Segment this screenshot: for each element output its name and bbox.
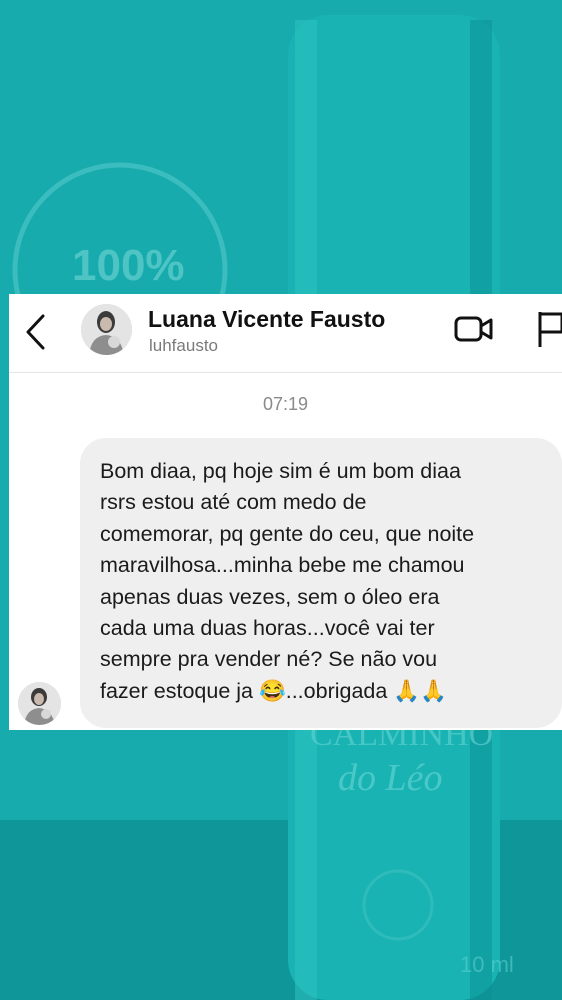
badge-text: 100% bbox=[72, 241, 185, 290]
message-line: rsrs estou até com medo de bbox=[100, 490, 367, 515]
flag-icon[interactable] bbox=[536, 310, 562, 348]
message-line: comemorar, pq gente do ceu, que noite bbox=[100, 521, 475, 546]
message-line: Bom diaa, pq hoje sim é um bom diaa bbox=[100, 459, 461, 483]
chat-header: Luana Vicente Fausto luhfausto bbox=[9, 294, 562, 373]
message-timestamp: 07:19 bbox=[262, 394, 309, 414]
message-line: cada uma duas horas...você vai ter bbox=[100, 616, 435, 641]
message-line: sempre pra vender né? Se não vou bbox=[100, 647, 438, 672]
video-camera-icon[interactable] bbox=[454, 314, 494, 344]
chat-screenshot: Luana Vicente Fausto luhfausto 07:19 Bom… bbox=[9, 294, 562, 730]
message-line: maravilhosa...minha bebe me chamou bbox=[100, 553, 465, 578]
product-volume: 10 ml bbox=[460, 952, 514, 977]
sender-avatar[interactable] bbox=[18, 682, 61, 725]
message-line: apenas duas vezes, sem o óleo era bbox=[100, 584, 440, 609]
contact-name[interactable]: Luana Vicente Fausto bbox=[148, 306, 385, 333]
product-label-2: do Léo bbox=[338, 757, 443, 799]
message-text: Bom diaa, pq hoje sim é um bom diaa rsrs… bbox=[100, 456, 560, 707]
avatar[interactable] bbox=[81, 304, 132, 355]
message-line: fazer estoque ja 😂...obrigada 🙏🙏 bbox=[100, 678, 447, 703]
message-bubble[interactable]: Bom diaa, pq hoje sim é um bom diaa rsrs… bbox=[80, 438, 562, 728]
contact-username: luhfausto bbox=[149, 336, 218, 355]
chevron-left-icon[interactable] bbox=[23, 312, 49, 352]
